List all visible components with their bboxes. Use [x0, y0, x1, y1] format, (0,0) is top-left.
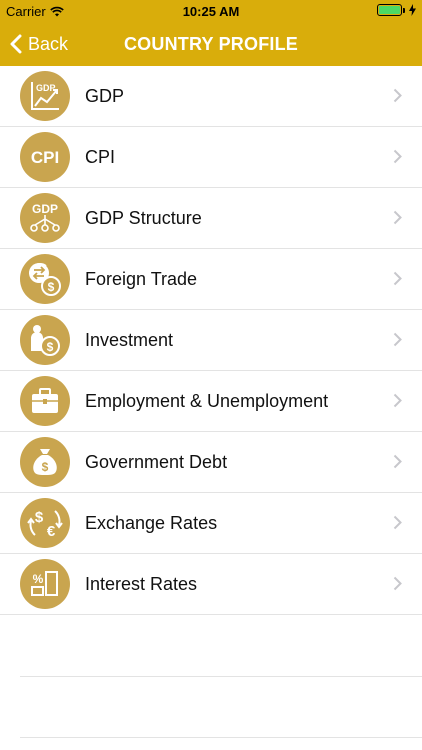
- svg-text:$: $: [42, 460, 49, 474]
- interest-rates-icon: %: [20, 559, 70, 609]
- list-item-gdp[interactable]: GDP GDP: [0, 66, 422, 127]
- navigation-bar: Back COUNTRY PROFILE: [0, 22, 422, 66]
- empty-row-separator: [20, 676, 422, 677]
- list-item-label: Government Debt: [85, 452, 228, 472]
- list-item-foreign-trade[interactable]: $ Foreign Trade: [0, 249, 422, 310]
- list-item-label: Employment & Unemployment: [85, 391, 329, 411]
- chevron-right-icon: [393, 88, 402, 103]
- svg-text:GDP: GDP: [32, 202, 58, 216]
- chevron-right-icon: [393, 393, 402, 408]
- chevron-right-icon: [393, 454, 402, 469]
- gdp-chart-icon: GDP: [20, 71, 70, 121]
- chevron-right-icon: [393, 576, 402, 591]
- list-item-label: GDP: [85, 86, 125, 106]
- list-item-label: GDP Structure: [85, 208, 202, 228]
- exchange-rates-icon: $ €: [20, 498, 70, 548]
- svg-text:$: $: [48, 280, 55, 294]
- list-item-label: Investment: [85, 330, 174, 350]
- svg-text:GDP: GDP: [36, 83, 56, 93]
- empty-row-separator: [20, 737, 422, 738]
- chevron-right-icon: [393, 149, 402, 164]
- country-profile-list: GDP GDP CPI CPI GDP GDP Structure $ Fore…: [0, 66, 422, 615]
- list-item-interest-rates[interactable]: % Interest Rates: [0, 554, 422, 615]
- charging-bolt-icon: [409, 4, 416, 16]
- foreign-trade-icon: $: [20, 254, 70, 304]
- investment-icon: $: [20, 315, 70, 365]
- chevron-right-icon: [393, 271, 402, 286]
- status-time: 10:25 AM: [182, 4, 240, 19]
- list-item-government-debt[interactable]: $ Government Debt: [0, 432, 422, 493]
- cpi-icon: CPI: [20, 132, 70, 182]
- money-bag-icon: $: [20, 437, 70, 487]
- status-bar: Carrier 10:25 AM: [0, 0, 422, 22]
- battery-group: [377, 4, 416, 16]
- svg-text:$: $: [35, 509, 44, 526]
- briefcase-icon: [20, 376, 70, 426]
- list-item-label: Interest Rates: [85, 574, 198, 594]
- gdp-structure-icon: GDP: [20, 193, 70, 243]
- svg-text:€: €: [47, 523, 56, 540]
- chevron-right-icon: [393, 332, 402, 347]
- svg-text:CPI: CPI: [31, 148, 59, 167]
- page-title: COUNTRY PROFILE: [123, 34, 298, 54]
- svg-text:$: $: [47, 340, 54, 354]
- chevron-right-icon: [393, 515, 402, 530]
- list-item-label: Foreign Trade: [85, 269, 198, 289]
- list-item-exchange-rates[interactable]: $ € Exchange Rates: [0, 493, 422, 554]
- list-item-label: CPI: [85, 147, 116, 167]
- chevron-right-icon: [393, 210, 402, 225]
- battery-icon: [377, 4, 405, 16]
- list-item-investment[interactable]: $ Investment: [0, 310, 422, 371]
- list-item-cpi[interactable]: CPI CPI: [0, 127, 422, 188]
- svg-text:%: %: [33, 572, 44, 586]
- list-item-label: Exchange Rates: [85, 513, 218, 533]
- list-item-gdp-structure[interactable]: GDP GDP Structure: [0, 188, 422, 249]
- list-item-employment[interactable]: Employment & Unemployment: [0, 371, 422, 432]
